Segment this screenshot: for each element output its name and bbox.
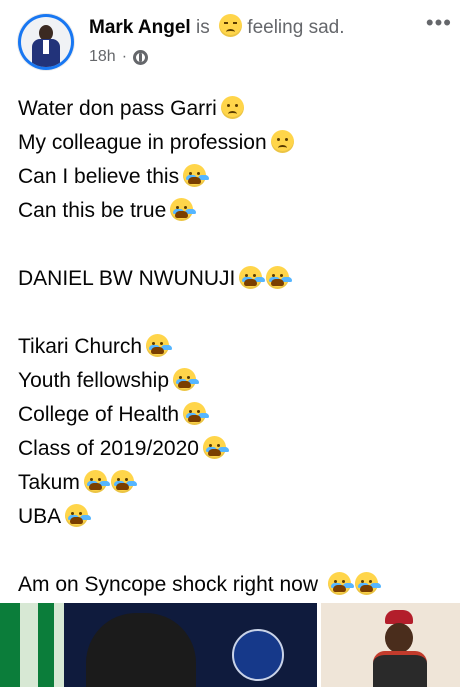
more-options-icon[interactable]: ••• [426,10,452,36]
crying-face-icon [65,504,89,527]
sad-face-icon [270,130,294,153]
post-line: College of Health [18,398,448,432]
post-line-text: Class of 2019/2020 [18,437,199,460]
hat-shape [385,610,413,624]
crying-face-icon [183,402,207,425]
post-line: Can this be true [18,194,448,228]
post-content: Water don pass Garri My colleague in pro… [18,92,448,602]
post-line-text: Youth fellowship [18,369,169,392]
post-line-text: UBA [18,505,62,528]
post-line: Water don pass Garri [18,92,448,126]
post-header: Mark Angel is feeling sad. 18h · ••• [0,0,460,80]
crying-face-icon [110,470,134,493]
avatar-shirt-shape [43,40,49,54]
crying-face-icon [239,266,263,289]
post-line: UBA [18,500,448,534]
crying-face-icon [266,266,290,289]
seal-shape [232,629,284,681]
post-line-text: DANIEL BW NWUNUJI [18,267,236,290]
globe-icon[interactable] [133,49,149,65]
post-line-text: Can I believe this [18,165,180,188]
post-line: DANIEL BW NWUNUJI [18,262,448,296]
face-shape [385,623,413,653]
post-line-text: Am on Syncope shock right now [18,573,324,596]
post-line: Youth fellowship [18,364,448,398]
avatar-photo [21,17,71,67]
photo-traditional-attire[interactable] [321,603,460,687]
feeling-prefix: is [196,17,210,38]
post-line: Class of 2019/2020 [18,432,448,466]
crying-face-icon [83,470,107,493]
post-line-text: My colleague in profession [18,131,267,154]
crying-face-icon [173,368,196,391]
author-line: Mark Angel is feeling sad. [89,14,344,40]
robe-shape [373,651,427,687]
crying-face-icon [202,436,226,459]
post-line: Takum [18,466,448,500]
post-line: Am on Syncope shock right now [18,568,448,602]
meta-separator: · [121,48,128,65]
photo-portrait-with-flag[interactable] [0,603,317,687]
crying-face-icon [354,572,378,595]
person-shape [86,613,196,687]
post-line-text: College of Health [18,403,180,426]
disappointed-face-icon [219,14,243,37]
post-line: Can I believe this [18,160,448,194]
post-meta: 18h · [89,48,149,66]
post-line-text: Takum [18,471,80,494]
post-line: Tikari Church [18,330,448,364]
crying-face-icon [170,198,194,221]
crying-face-icon [327,572,351,595]
post-line: My colleague in profession [18,126,448,160]
crying-face-icon [146,334,170,357]
feeling-text: feeling sad. [247,17,345,38]
post-line-text: Can this be true [18,199,167,222]
crying-face-icon [183,164,207,187]
author-name[interactable]: Mark Angel [89,17,191,38]
post-line-text: Tikari Church [18,335,143,358]
post-line-text: Water don pass Garri [18,97,217,120]
post-images [0,603,460,687]
flag-shape [0,603,64,687]
avatar[interactable] [18,14,74,70]
post-time[interactable]: 18h [89,48,116,66]
sad-face-icon [220,96,244,119]
